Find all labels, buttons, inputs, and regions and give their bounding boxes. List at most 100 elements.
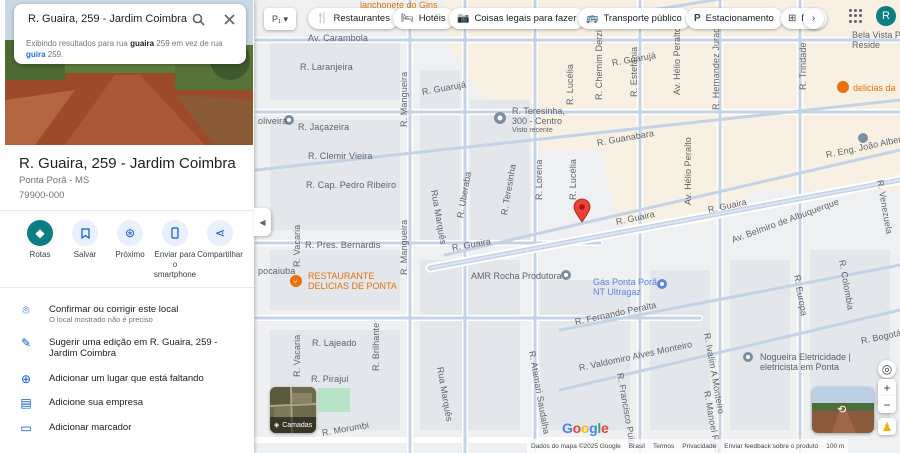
poi-label: Gás Ponta Porã	[593, 277, 658, 287]
maps-app: ⑂ Av. Carambola R. Laranjeira R. Jaçazei…	[0, 0, 900, 453]
add-place-icon: ⊕	[20, 372, 32, 386]
poi-recent[interactable]: R. Teresinha, 300 - Centro Visto recente	[512, 106, 565, 136]
chip-label: Restaurantes	[333, 13, 390, 24]
row-text: Confirmar ou corrigir este local O local …	[49, 304, 239, 325]
poi-gas[interactable]: Gás Ponta Porã NT Ultragaz	[593, 277, 657, 297]
divider	[0, 287, 254, 288]
terms-link[interactable]: Termos	[653, 443, 674, 450]
search-correction-hint: Exibindo resultados para rua guaira 259 …	[26, 38, 231, 60]
svg-text:⑂: ⑂	[293, 278, 297, 286]
apps-grid-icon[interactable]	[849, 9, 863, 23]
poi-label: NT Ultragaz	[593, 287, 641, 297]
phone-icon	[162, 220, 188, 246]
share-button[interactable]: ⋖ Compartilhar	[197, 220, 243, 260]
street-label: R. Lucélia	[565, 63, 575, 105]
chip-hotels[interactable]: 🛏 Hotéis	[393, 8, 455, 29]
row-label: Sugerir uma edição em R. Guaira, 259 - J…	[49, 337, 218, 359]
poi-restaurante[interactable]: RESTAURANTE DELICIAS DE PONTA	[308, 271, 397, 291]
street-label: R. Vacaria	[292, 334, 302, 377]
chip-label: Hotéis	[418, 13, 446, 24]
hint-bold: guaira	[130, 39, 155, 48]
street-label: pocaiuba	[258, 266, 296, 276]
street-label: R. Trindade	[798, 42, 808, 90]
original-query-link[interactable]: guira	[26, 50, 46, 59]
store-icon: ▤	[20, 396, 32, 410]
pegman-icon[interactable]: ♟	[878, 418, 896, 435]
chip-transit[interactable]: 🚌 Transporte público	[578, 8, 691, 29]
my-location-icon[interactable]: ◎	[878, 360, 896, 378]
poi-sublabel: Visto recente	[512, 127, 553, 134]
rotate-360-icon: ⟲	[837, 404, 847, 416]
search-box[interactable]: R. Guaira, 259 - Jardim Coimbra Exibindo…	[14, 4, 246, 64]
action-label: Salvar	[73, 250, 97, 259]
poi-label: Bela Vista P	[852, 30, 900, 40]
chip-parking[interactable]: P Estacionamento	[686, 8, 783, 29]
poi-bela-vista[interactable]: Bela Vista P Reside	[852, 30, 900, 50]
country-link[interactable]: Brasil	[629, 443, 645, 450]
zoom-in-button[interactable]: +	[878, 379, 896, 396]
action-label: Próximo	[115, 250, 145, 259]
poi-label: DELICIAS DE PONTA	[308, 281, 397, 291]
chevron-left-icon: ◀	[259, 217, 266, 227]
save-button[interactable]: Salvar	[62, 220, 108, 260]
poi-label: Nogueira Eletricidade |	[760, 352, 851, 362]
restaurant-icon: 🍴	[316, 13, 329, 24]
feedback-link[interactable]: Enviar feedback sobre o produto	[724, 443, 818, 450]
share-icon: ⋖	[207, 220, 233, 246]
place-postal-code: 79900-000	[19, 190, 65, 201]
poi-label[interactable]: AMR Rocha Produtora	[471, 271, 562, 281]
place-title: R. Guaira, 259 - Jardim Coimbra	[19, 155, 236, 172]
street-label: R. Lucélia	[568, 158, 578, 200]
street-label: R. Pres. Bernardis	[305, 240, 381, 250]
chip-things-to-do[interactable]: 📷 Coisas legais para fazer	[449, 8, 586, 29]
chevron-right-icon[interactable]: ›	[803, 8, 824, 29]
poi-label[interactable]: delicias da	[853, 83, 896, 93]
street-label: R. Mangueira	[399, 219, 409, 275]
layers-caption: ◈ Camadas	[270, 417, 316, 433]
chip-label: Estacionamento	[705, 13, 774, 24]
poi-label: RESTAURANTE	[308, 271, 375, 281]
action-label: Enviar para o smartphone	[153, 250, 197, 279]
street-label: R. Vacaria	[292, 224, 302, 267]
privacy-link[interactable]: Privacidade	[682, 443, 716, 450]
send-to-phone-button[interactable]: Enviar para o smartphone	[152, 220, 198, 280]
poi-label: Reside	[852, 40, 881, 50]
action-label: Rotas	[29, 250, 51, 259]
pencil-icon: ✎	[20, 336, 32, 350]
search-icon[interactable]	[189, 10, 207, 28]
street-label: R. Mangueira	[399, 71, 409, 127]
hint-text: 259 em vez de rua	[154, 39, 223, 48]
street-label: Av. Hélio Peralto	[683, 137, 693, 205]
layers-icon: ◈	[273, 422, 280, 429]
place-panel: R. Guaira, 259 - Jardim Coimbra Exibindo…	[0, 0, 254, 453]
chip-label: Coisas legais para fazer	[474, 13, 577, 24]
scale-bar[interactable]: 100 m	[826, 443, 844, 450]
label-icon: ▭	[20, 421, 32, 435]
map-type-dropdown[interactable]: P₁ ▾	[264, 8, 296, 30]
search-input[interactable]: R. Guaira, 259 - Jardim Coimbra	[28, 13, 187, 25]
close-icon[interactable]	[220, 10, 238, 28]
chip-restaurants[interactable]: 🍴 Restaurantes	[308, 8, 399, 29]
row-sublabel: O local mostrado não é preciso	[49, 315, 153, 324]
street-label: Av. Hélio Peralto	[672, 27, 682, 95]
street-label: R. Lorena	[534, 159, 544, 200]
hint-text: Exibindo resultados para rua	[26, 39, 131, 48]
action-label: Compartilhar	[197, 250, 243, 259]
bus-icon: 🚌	[586, 13, 599, 24]
poi-nogueira[interactable]: Nogueira Eletricidade | eletricista em P…	[760, 352, 851, 372]
street-label: oliveira	[258, 116, 288, 126]
zoom-out-button[interactable]: −	[878, 396, 896, 413]
layers-button[interactable]: ◈ Camadas	[270, 387, 316, 433]
bookmark-icon	[72, 220, 98, 246]
street-label: Av. Carambola	[308, 33, 368, 43]
pin-outline-icon: ⌾	[22, 303, 30, 317]
poi-label: 300 - Centro	[512, 116, 563, 126]
row-label: Adicione sua empresa	[49, 397, 143, 408]
nearby-button[interactable]: ⊛ Próximo	[107, 220, 153, 260]
street-view-thumbnail[interactable]: ⟲	[812, 387, 874, 433]
directions-button[interactable]: ◆ Rotas	[17, 220, 63, 260]
row-label: Adicionar um lugar que está faltando	[49, 373, 204, 384]
collapse-panel-button[interactable]: ◀	[254, 208, 271, 236]
avatar[interactable]: R	[876, 6, 896, 26]
map-footer: Dados do mapa ©2025 Google Brasil Termos…	[527, 439, 849, 453]
